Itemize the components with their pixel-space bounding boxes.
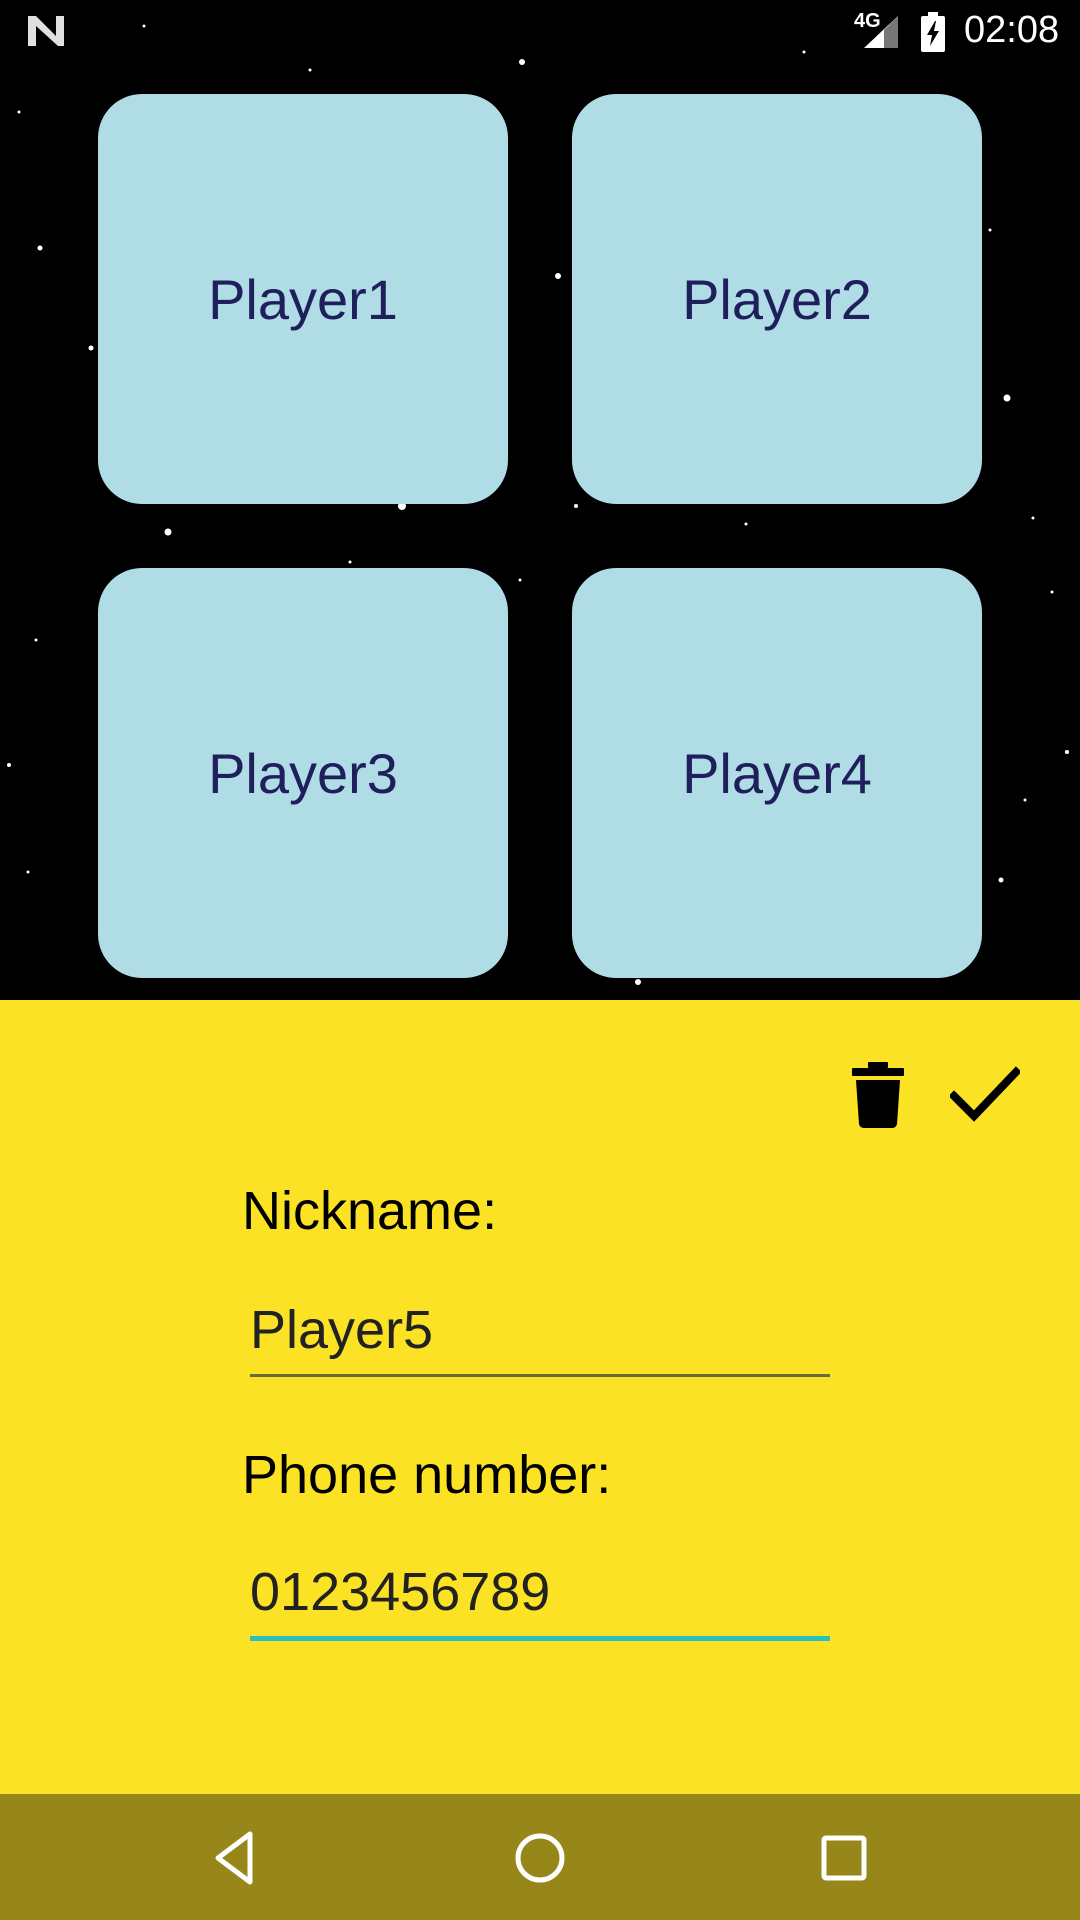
home-icon[interactable] xyxy=(510,1828,570,1888)
check-icon[interactable] xyxy=(950,1066,1020,1124)
screen: 4G 02:08 Player1 Player2 Player3 Player4 xyxy=(0,0,1080,1920)
player-card-4[interactable]: Player4 xyxy=(572,568,982,978)
player-edit-sheet: Nickname: Phone number: xyxy=(0,1000,1080,1794)
delete-icon[interactable] xyxy=(850,1062,906,1128)
navigation-bar xyxy=(0,1794,1080,1920)
status-time: 02:08 xyxy=(964,9,1060,51)
player-card-3[interactable]: Player3 xyxy=(98,568,508,978)
battery-charging-icon xyxy=(921,12,945,52)
player-card-label: Player1 xyxy=(208,267,398,331)
player-card-label: Player2 xyxy=(682,267,872,331)
player-card-1[interactable]: Player1 xyxy=(98,94,508,504)
recents-icon[interactable] xyxy=(814,1828,874,1888)
nickname-label: Nickname: xyxy=(242,1181,498,1241)
player-card-label: Player3 xyxy=(208,741,398,805)
player-card-label: Player4 xyxy=(682,741,872,805)
phone-number-input[interactable] xyxy=(250,1552,830,1641)
phone-number-label: Phone number: xyxy=(242,1445,612,1505)
status-bar: 4G 02:08 xyxy=(0,0,1080,64)
player-card-2[interactable]: Player2 xyxy=(572,94,982,504)
back-icon[interactable] xyxy=(206,1828,266,1888)
nickname-input[interactable] xyxy=(250,1290,830,1377)
signal-icon xyxy=(864,16,898,48)
n-logo-icon xyxy=(28,16,64,46)
